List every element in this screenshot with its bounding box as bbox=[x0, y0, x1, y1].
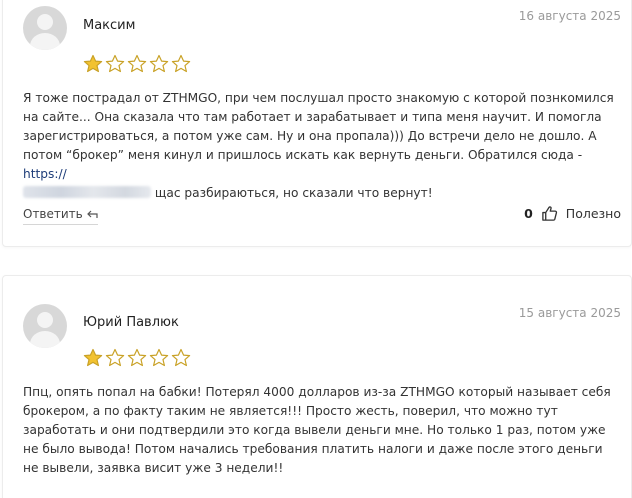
review-author: Юрий Павлюк bbox=[83, 315, 179, 330]
blurred-url bbox=[23, 186, 151, 198]
review-text-part: Я тоже пострадал от ZTHMGO, при чем посл… bbox=[23, 91, 614, 162]
helpful-vote: 0 Полезно bbox=[524, 205, 621, 222]
reply-arrow-icon bbox=[86, 210, 98, 218]
review-link[interactable]: https:// bbox=[23, 167, 67, 181]
star-empty-icon bbox=[105, 348, 125, 367]
review-text-part: щас разбираються, но сказали что вернут! bbox=[151, 186, 433, 200]
review-date: 15 августа 2025 bbox=[518, 306, 621, 320]
avatar-body bbox=[30, 33, 60, 50]
avatar-head bbox=[37, 14, 53, 30]
star-empty-icon bbox=[171, 54, 191, 73]
star-empty-icon bbox=[149, 348, 169, 367]
star-empty-icon bbox=[149, 54, 169, 73]
review-card: Юрий Павлюк 15 августа 2025 Ппц, опять п… bbox=[2, 275, 632, 498]
helpful-label[interactable]: Полезно bbox=[566, 206, 621, 221]
star-filled-icon bbox=[83, 348, 103, 367]
avatar bbox=[23, 6, 67, 50]
star-empty-icon bbox=[171, 348, 191, 367]
review-card: Максим 16 августа 2025 Я тоже пострадал … bbox=[2, 0, 632, 247]
reply-button[interactable]: Ответить bbox=[23, 207, 98, 225]
review-footer: Ответить 0 Полезно bbox=[23, 205, 621, 227]
review-text: Я тоже пострадал от ZTHMGO, при чем посл… bbox=[23, 89, 619, 203]
reply-label: Ответить bbox=[23, 207, 83, 221]
review-text: Ппц, опять попал на бабки! Потерял 4000 … bbox=[23, 385, 611, 475]
star-rating bbox=[83, 54, 191, 74]
thumbs-up-icon[interactable] bbox=[541, 205, 558, 222]
review-author: Максим bbox=[83, 18, 136, 33]
helpful-count: 0 bbox=[524, 206, 533, 221]
star-empty-icon bbox=[127, 348, 147, 367]
star-empty-icon bbox=[105, 54, 125, 73]
star-filled-icon bbox=[83, 54, 103, 73]
avatar-body bbox=[30, 331, 60, 348]
star-rating bbox=[83, 348, 191, 368]
avatar-head bbox=[37, 312, 53, 328]
avatar bbox=[23, 304, 67, 348]
review-date: 16 августа 2025 bbox=[518, 9, 621, 23]
star-empty-icon bbox=[127, 54, 147, 73]
